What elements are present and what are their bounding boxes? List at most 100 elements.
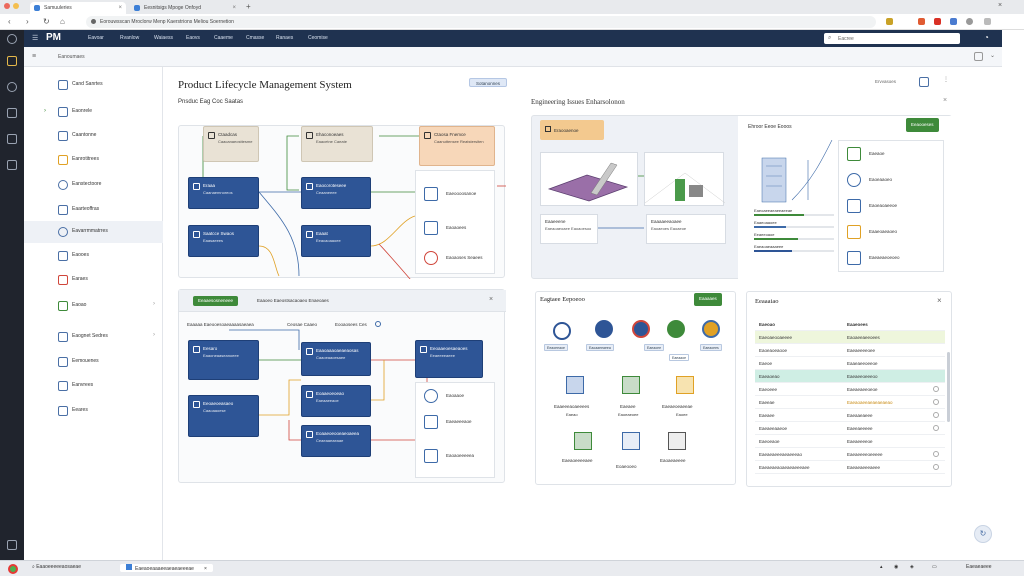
workflow-node[interactable]: Ehaconoeaes Eaacetne Caeate bbox=[301, 126, 373, 162]
list-item[interactable]: Eaoaoees bbox=[424, 221, 466, 235]
eng-detail-button[interactable]: Eeaooeses bbox=[906, 118, 939, 132]
status-dot[interactable] bbox=[933, 386, 939, 392]
server-icon[interactable] bbox=[566, 376, 584, 394]
chevron-right-icon[interactable]: › bbox=[153, 301, 155, 307]
table-row[interactable]: Eaeaoeao Eaeaeeoeeeoo bbox=[755, 370, 945, 383]
table-row[interactable]: Eaeoaeooaeeee Eaoaeeaeeoees bbox=[755, 331, 945, 344]
tab-samuuleries[interactable]: Samuuleries × bbox=[30, 2, 126, 14]
calendar-icon[interactable] bbox=[7, 134, 17, 144]
monitor-icon[interactable] bbox=[668, 432, 686, 450]
map-pin-icon[interactable] bbox=[702, 320, 720, 338]
scrollbar[interactable] bbox=[947, 352, 950, 422]
clock[interactable]: Eaeaeaeee bbox=[966, 564, 992, 570]
sidebar-item[interactable]: Eanvrees bbox=[24, 375, 163, 397]
star-bookmark-icon[interactable] bbox=[886, 18, 893, 25]
refresh-icon[interactable] bbox=[919, 77, 929, 87]
list-item[interactable]: Eaoaaoe bbox=[424, 389, 464, 403]
profile-icon[interactable] bbox=[966, 18, 973, 25]
sidebar-item[interactable]: Eeares bbox=[24, 400, 163, 422]
sidebar-item[interactable]: Caantonne bbox=[24, 125, 163, 147]
minimize-window-icon[interactable] bbox=[13, 3, 19, 9]
sidebar-item[interactable]: Eaooes bbox=[24, 245, 163, 267]
chevron-right-icon[interactable]: › bbox=[153, 332, 155, 338]
table-row[interactable]: Eaeoeee Eaeaeaeeoeoe bbox=[755, 383, 945, 396]
nav-item[interactable]: Rvanlow bbox=[120, 35, 139, 41]
menu-dots-icon[interactable] bbox=[984, 18, 991, 25]
workflow-node[interactable]: Saatcce Swaos Eaasaeees bbox=[188, 225, 259, 257]
taskbar-app[interactable]: Eaeaoeaaaeeaeaeaeeeae × bbox=[120, 564, 213, 572]
close-tab-icon[interactable]: × bbox=[232, 5, 236, 11]
nav-item[interactable]: Ceomise bbox=[308, 35, 328, 41]
back-icon[interactable]: ‹ bbox=[8, 17, 11, 26]
nav-item[interactable]: Cmasse bbox=[246, 35, 264, 41]
chevron-down-icon[interactable]: ⌄ bbox=[990, 52, 995, 59]
list-item[interactable]: Eaoeaaoeo bbox=[847, 173, 892, 187]
nav-item[interactable]: Ranaes bbox=[276, 35, 293, 41]
sidebar-item[interactable]: Eemouenes bbox=[24, 351, 163, 373]
clock-icon[interactable] bbox=[7, 108, 17, 118]
sidebar-item[interactable]: Eaognet Sedres › bbox=[24, 326, 163, 348]
panel-icon[interactable] bbox=[974, 52, 983, 61]
list-item[interactable]: Eaoaoses Seaees bbox=[424, 251, 483, 265]
workflow-node[interactable]: Eraaa Caanaemnoreos bbox=[188, 177, 259, 209]
workflow-node[interactable]: Eeoaeoeasaeo Caaoaaoese bbox=[188, 395, 259, 437]
expand-arrow-icon[interactable]: › bbox=[44, 108, 46, 114]
list-item[interactable]: Eaeaoe bbox=[847, 147, 885, 161]
workflow-node[interactable]: Eaaat Eeacaoaaoee bbox=[301, 225, 371, 257]
workflow-node[interactable]: Eaocoroteseee Ceaaneeee bbox=[301, 177, 371, 209]
cube-icon[interactable] bbox=[574, 432, 592, 450]
workflow-node[interactable]: Ctaosa Fnemce Caanuttensee Reatstersiten bbox=[419, 126, 495, 166]
sidebar-item[interactable]: Eaoao › bbox=[24, 295, 163, 317]
list-item[interactable]: Eaoeaoaeeoe bbox=[847, 199, 897, 213]
list-item[interactable]: Eaeoooosanoe bbox=[424, 187, 476, 201]
bell-icon[interactable]: ◔ bbox=[984, 33, 989, 42]
workflow-node[interactable]: Eesaro Eaaoneaaseanoeee bbox=[188, 340, 259, 380]
breadcrumb[interactable]: Eanoumaes bbox=[58, 54, 85, 60]
workflow-node[interactable]: Eoaaeoeooeaeoaeea Ceaeaaeaeaae bbox=[301, 425, 371, 457]
nav-item[interactable]: Caaeme bbox=[214, 35, 233, 41]
workflow-node[interactable]: Eaaoaaaoaeaeaosas Caaoeaaoesaee bbox=[301, 342, 371, 376]
forward-icon[interactable]: › bbox=[26, 17, 29, 26]
hamburger-icon[interactable]: ☰ bbox=[32, 34, 38, 42]
sidebar-item-active[interactable]: Eavarrmmatrres bbox=[24, 221, 163, 243]
sidebar-item[interactable]: Eanstectoore bbox=[24, 174, 163, 196]
table-row[interactable]: Eaeoe Eaaeaeeoeeoe bbox=[755, 357, 945, 370]
chevron-down-icon[interactable] bbox=[933, 412, 939, 418]
omnibox[interactable]: Eorouwsscan Mroclorw Menp Kaerstrions Me… bbox=[86, 16, 876, 28]
close-icon[interactable]: × bbox=[943, 97, 947, 104]
view-toggle[interactable]: Ervvasoes bbox=[875, 79, 896, 84]
workflow-node[interactable]: Eeoaaeoesaeaoes Eeaeeeeaeee bbox=[415, 340, 483, 378]
github-icon[interactable] bbox=[7, 34, 17, 44]
table-row[interactable]: Eaoeaoeaooe Eaeaeeeeoee bbox=[755, 344, 945, 357]
home-icon[interactable]: ⌂ bbox=[60, 17, 65, 26]
list-item[interactable]: Eaaeoaeaoeo bbox=[847, 225, 897, 239]
new-tab-icon[interactable]: + bbox=[246, 2, 251, 11]
close-tab-icon[interactable]: × bbox=[118, 5, 122, 11]
tray-icon[interactable]: ▴ bbox=[880, 564, 883, 570]
chevron-down-icon[interactable] bbox=[933, 399, 939, 405]
chevron-down-icon[interactable] bbox=[933, 425, 939, 431]
extension-icon[interactable] bbox=[934, 18, 941, 25]
clipboard-icon[interactable] bbox=[676, 376, 694, 394]
search-input[interactable]: ⌕ Eacree bbox=[824, 33, 960, 44]
sidebar-item[interactable]: Earaes bbox=[24, 269, 163, 291]
workflow-node[interactable]: Ctaadcas Caacanaeosttesme bbox=[203, 126, 259, 162]
hierarchy-icon[interactable] bbox=[622, 432, 640, 450]
chat-icon[interactable] bbox=[7, 160, 17, 170]
taskbar-search[interactable]: ⌕ Eaaoeeeeeaosaeae bbox=[32, 564, 81, 570]
close-icon[interactable]: × bbox=[937, 296, 942, 305]
table-row[interactable]: Eaeaeaeaoaeaeaeeeaee Eaeaeaeeeaeee bbox=[755, 461, 945, 474]
settings-icon[interactable] bbox=[7, 540, 17, 550]
wifi-icon[interactable] bbox=[553, 322, 571, 340]
list-item[interactable]: Eaeaeeeaoe bbox=[424, 415, 472, 429]
files-icon[interactable] bbox=[7, 56, 17, 66]
workflow-node[interactable]: Eoaaeoeoeao Eaeaaeeaoe bbox=[301, 385, 371, 417]
nav-item[interactable]: Eaovs bbox=[186, 35, 200, 41]
sidebar-item[interactable]: Cand Sanrtes bbox=[24, 74, 163, 96]
wifi-icon[interactable]: ◉ bbox=[894, 564, 898, 570]
more-icon[interactable]: ⋮ bbox=[943, 76, 949, 83]
chrome-icon[interactable] bbox=[8, 564, 18, 574]
battery-icon[interactable]: ▭ bbox=[932, 564, 937, 570]
table-row[interactable]: Eaeeae Eaeaoaeeaeaeaeaeao bbox=[755, 396, 945, 409]
chevron-down-icon[interactable] bbox=[933, 451, 939, 457]
